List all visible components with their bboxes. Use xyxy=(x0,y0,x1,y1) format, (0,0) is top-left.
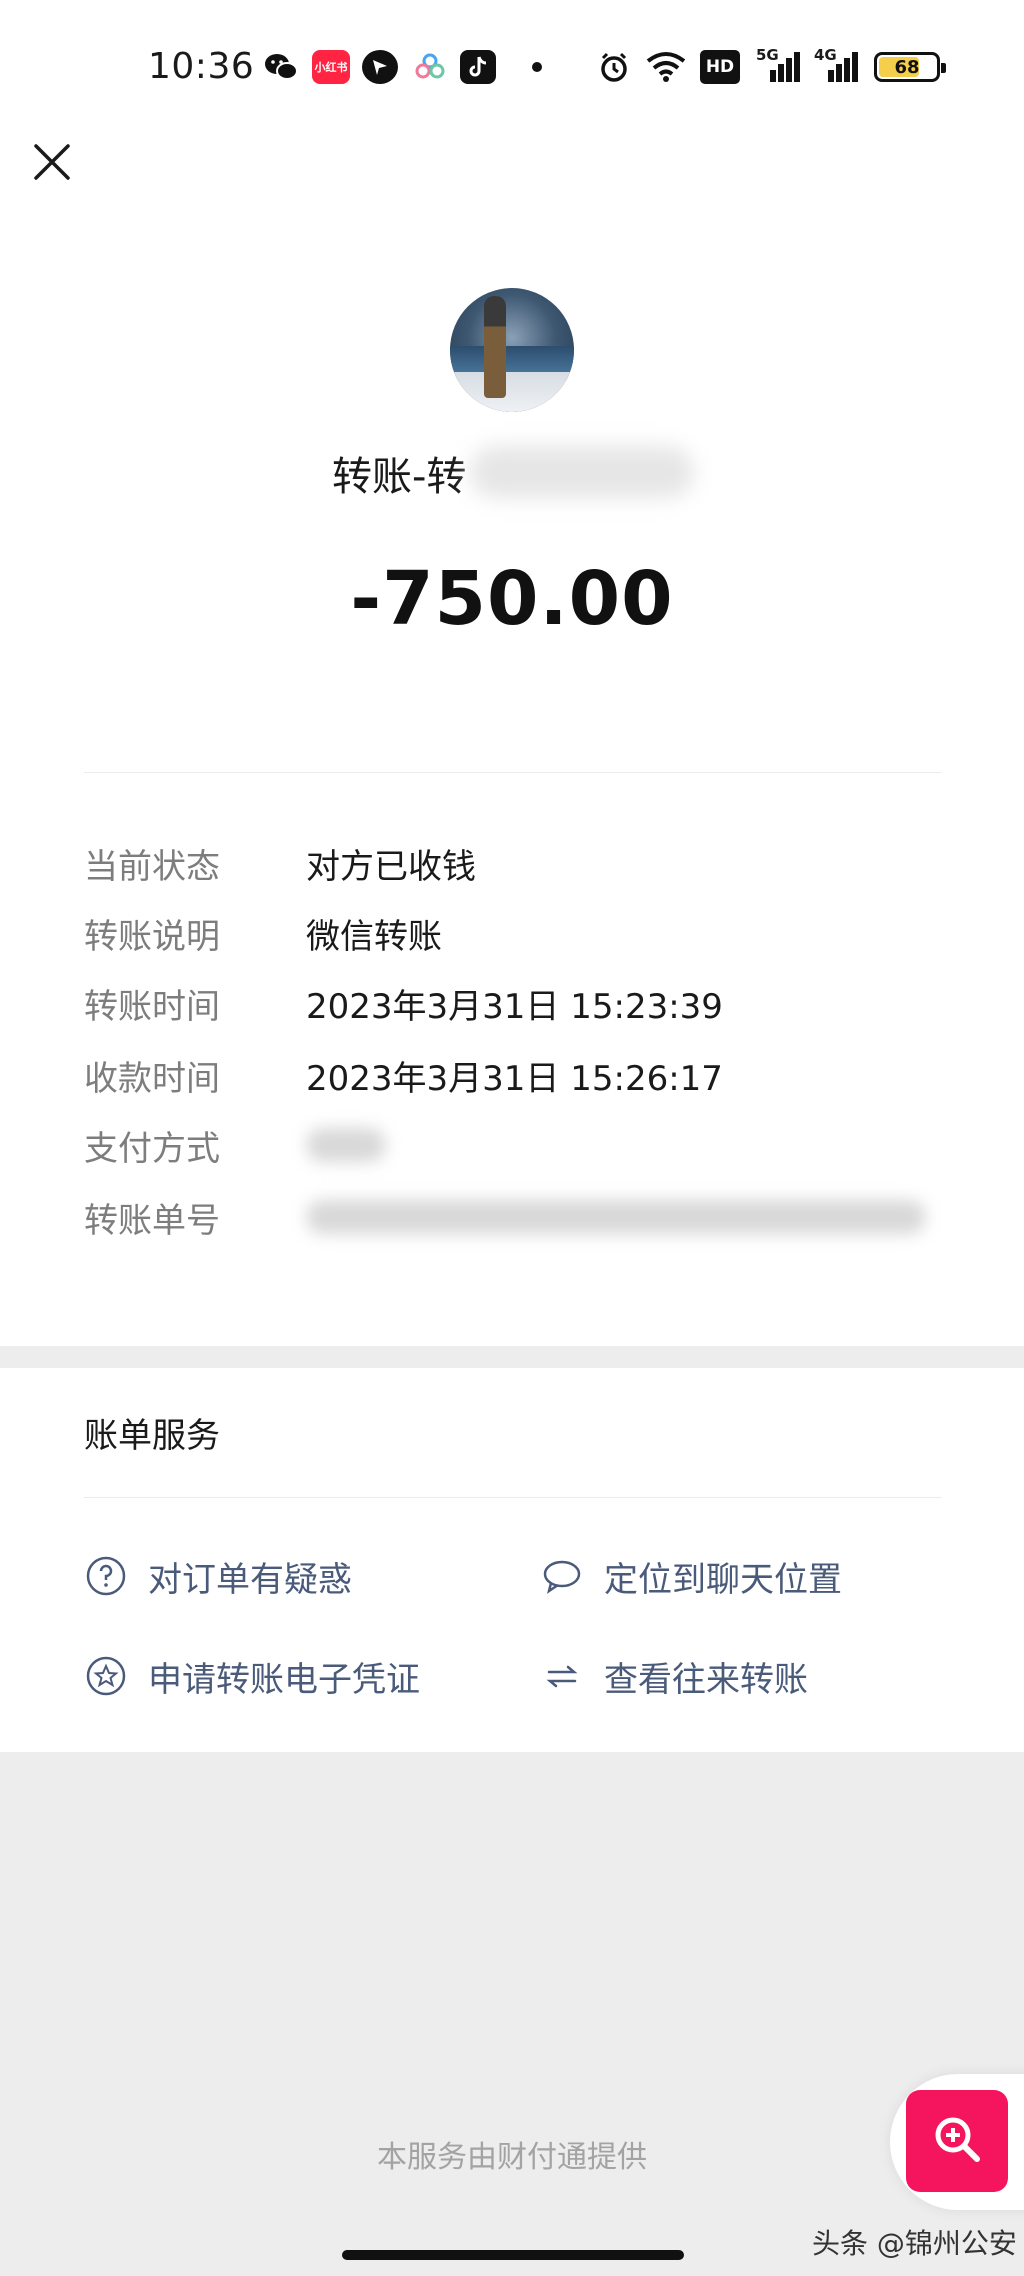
wifi-icon xyxy=(644,50,688,84)
provider-note: 本服务由财付通提供 xyxy=(377,2140,647,2175)
bill-services-title: 账单服务 xyxy=(84,1416,220,1456)
home-indicator[interactable] xyxy=(342,2250,684,2260)
signal-4g-label: 4G xyxy=(814,46,837,64)
detail-label: 支付方式 xyxy=(84,1128,220,1169)
question-order-label: 对订单有疑惑 xyxy=(148,1559,352,1600)
detail-value: 2023年3月31日 15:26:17 xyxy=(306,1058,723,1099)
close-icon[interactable] xyxy=(28,138,76,186)
wechat-icon xyxy=(262,50,300,84)
detail-receive-time: 收款时间 2023年3月31日 15:26:17 xyxy=(84,1050,723,1100)
redacted-order-number xyxy=(306,1200,926,1234)
redacted-payment-method xyxy=(306,1128,386,1162)
avatar xyxy=(450,288,574,412)
question-order-link[interactable]: 对订单有疑惑 xyxy=(84,1548,352,1604)
xiaohongshu-icon: 小红书 xyxy=(312,50,350,84)
signal-5g-icon: 5G xyxy=(756,46,802,84)
zoom-button[interactable] xyxy=(906,2090,1008,2192)
footer-area xyxy=(0,1752,1024,2276)
douyin-icon xyxy=(460,50,496,84)
question-circle-icon xyxy=(84,1554,128,1598)
detail-transfer-time: 转账时间 2023年3月31日 15:23:39 xyxy=(84,978,723,1028)
signal-4g-icon: 4G xyxy=(814,46,860,84)
zoom-in-icon xyxy=(929,2111,985,2171)
alarm-icon xyxy=(596,50,632,84)
transfer-detail-page: 10:36 小红书 HD 5G 4G 68 转账-转 -750.00 当前状态 … xyxy=(0,0,1024,2276)
divider xyxy=(84,772,942,773)
notification-dot-icon xyxy=(532,50,542,84)
locate-chat-label: 定位到聊天位置 xyxy=(604,1559,842,1600)
detail-order-number: 转账单号 xyxy=(84,1192,926,1242)
star-circle-icon xyxy=(84,1654,128,1698)
transfer-arrows-icon xyxy=(540,1654,584,1698)
history-label: 查看往来转账 xyxy=(604,1659,808,1700)
history-link[interactable]: 查看往来转账 xyxy=(540,1648,808,1704)
detail-payment-method: 支付方式 xyxy=(84,1120,386,1170)
detail-value: 2023年3月31日 15:23:39 xyxy=(306,986,723,1027)
detail-value: 对方已收钱 xyxy=(306,846,476,887)
detail-note: 转账说明 微信转账 xyxy=(84,908,442,958)
voucher-link[interactable]: 申请转账电子凭证 xyxy=(84,1648,420,1704)
detail-label: 转账单号 xyxy=(84,1200,220,1241)
battery-icon: 68 xyxy=(874,52,946,82)
status-bar: 10:36 小红书 HD 5G 4G 68 xyxy=(0,0,1024,140)
divider xyxy=(84,1497,942,1498)
detail-label: 当前状态 xyxy=(84,846,220,887)
baidu-netdisk-icon xyxy=(412,50,448,84)
chat-bubble-icon xyxy=(540,1554,584,1598)
signal-5g-label: 5G xyxy=(756,46,779,64)
redacted-name xyxy=(470,446,694,498)
detail-label: 转账说明 xyxy=(84,916,220,957)
detail-status: 当前状态 对方已收钱 xyxy=(84,838,476,888)
status-time: 10:36 xyxy=(148,46,255,87)
detail-label: 转账时间 xyxy=(84,986,220,1027)
locate-chat-link[interactable]: 定位到聊天位置 xyxy=(540,1548,842,1604)
voucher-label: 申请转账电子凭证 xyxy=(148,1659,420,1700)
detail-value: 微信转账 xyxy=(306,916,442,957)
watermark: 头条 @锦州公安 xyxy=(812,2227,1017,2260)
transfer-amount: -750.00 xyxy=(350,556,674,642)
section-gap xyxy=(0,1346,1024,1368)
battery-level: 68 xyxy=(894,56,920,78)
transfer-title: 转账-转 xyxy=(332,454,467,500)
detail-label: 收款时间 xyxy=(84,1058,220,1099)
hd-voice-icon: HD xyxy=(700,50,740,84)
feishu-icon xyxy=(362,50,398,84)
